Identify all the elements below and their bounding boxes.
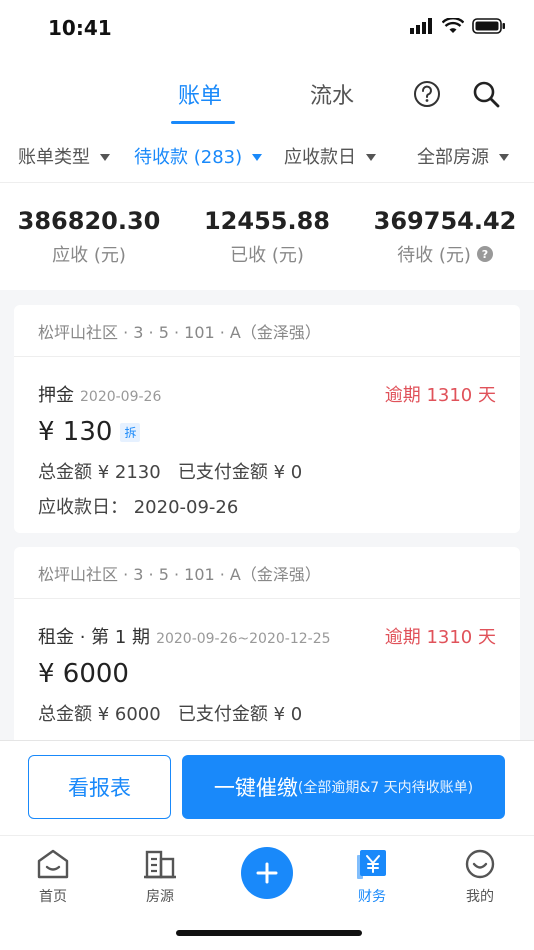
bill-card[interactable]: 松坪山社区 · 3 · 5 · 101 · A（金泽强） 押金 2020-09-2… xyxy=(14,305,520,533)
filter-label: 全部房源 xyxy=(417,147,489,168)
caret-down-icon xyxy=(252,153,263,161)
tabbar-label: 首页 xyxy=(39,889,67,905)
building-icon xyxy=(144,850,176,879)
smile-face-icon xyxy=(465,849,495,879)
finance-icon xyxy=(357,850,386,879)
stat-value: 369754.42 xyxy=(373,207,517,235)
tabbar-label: 我的 xyxy=(466,889,494,905)
bill-due-date: 应收款日： 2020-09-26 xyxy=(38,497,239,518)
status-icons xyxy=(410,18,506,34)
bill-type: 租金 · 第 1 期 xyxy=(38,627,151,648)
filter-due-date[interactable]: 应收款日 xyxy=(284,143,376,169)
stat-label: 应收 (元) xyxy=(52,245,126,266)
status-time: 10:41 xyxy=(48,16,112,40)
bill-title: 押金 2020-09-26 xyxy=(38,381,161,407)
bill-date: 2020-09-26~2020-12-25 xyxy=(156,631,331,647)
stat-received: 12455.88 已收 (元) xyxy=(178,207,356,267)
view-report-button[interactable]: 看报表 xyxy=(28,755,171,819)
bill-property: 松坪山社区 · 3 · 5 · 101 · A（金泽强） xyxy=(14,305,520,357)
overdue-badge: 逾期 1310 天 xyxy=(384,627,496,648)
caret-down-icon xyxy=(100,153,110,161)
filter-label: 待收款 (283) xyxy=(134,147,243,168)
tabbar-mine[interactable]: 我的 xyxy=(440,848,520,906)
home-indicator xyxy=(176,930,362,936)
filter-bar: 账单类型 待收款 (283) 应收款日 全部房源 xyxy=(0,130,534,182)
tabbar-property[interactable]: 房源 xyxy=(120,848,200,906)
help-icon[interactable] xyxy=(413,80,441,108)
remind-sub-label: (全部逾期&7 天内待收账单) xyxy=(297,780,474,796)
bill-card[interactable]: 松坪山社区 · 3 · 5 · 101 · A（金泽强） 租金 · 第 1 期 2… xyxy=(14,547,520,747)
bill-total: 总金额 ¥ 6000 xyxy=(38,704,161,725)
bill-amount: ¥ 130 xyxy=(38,417,113,447)
remind-label: 一键催缴 xyxy=(213,776,298,800)
question-icon[interactable]: ? xyxy=(476,246,493,262)
filter-bill-type[interactable]: 账单类型 xyxy=(18,143,110,169)
bill-paid: 已支付金额 ¥ 0 xyxy=(177,704,303,725)
tabbar-label: 财务 xyxy=(358,889,386,905)
bill-paid: 已支付金额 ¥ 0 xyxy=(177,462,303,483)
filter-label: 账单类型 xyxy=(18,147,90,168)
bill-amount: ¥ 6000 xyxy=(38,659,129,689)
signal-icon xyxy=(410,18,432,34)
bill-type: 押金 xyxy=(38,385,74,406)
wifi-icon xyxy=(442,18,464,33)
tabbar-label: 房源 xyxy=(146,889,174,905)
caret-down-icon xyxy=(366,153,376,161)
bill-amount-row: ¥ 130 拆 xyxy=(38,417,141,447)
tab-flow[interactable]: 流水 xyxy=(310,78,354,110)
stat-value: 386820.30 xyxy=(17,207,161,235)
action-bar: 看报表 一键催缴 (全部逾期&7 天内待收账单) xyxy=(0,740,534,835)
header: 账单 流水 xyxy=(0,58,534,130)
stat-label: 待收 (元) xyxy=(397,245,471,266)
stat-label: 已收 (元) xyxy=(230,245,304,266)
add-button[interactable] xyxy=(241,847,293,899)
tab-bills[interactable]: 账单 xyxy=(178,78,222,110)
split-tag: 拆 xyxy=(120,422,141,442)
plus-icon xyxy=(256,862,278,884)
bill-detail: 总金额 ¥ 2130 已支付金额 ¥ 0 xyxy=(38,458,302,484)
stat-value: 12455.88 xyxy=(203,207,330,235)
search-icon[interactable] xyxy=(472,80,500,108)
caret-down-icon xyxy=(499,153,509,161)
filter-label: 应收款日 xyxy=(284,147,356,168)
status-bar: 10:41 xyxy=(0,0,534,58)
filter-pending[interactable]: 待收款 (283) xyxy=(134,143,263,169)
home-icon xyxy=(37,849,69,879)
bill-title: 租金 · 第 1 期 2020-09-26~2020-12-25 xyxy=(38,623,331,649)
tabbar-home[interactable]: 首页 xyxy=(13,848,93,906)
overdue-badge: 逾期 1310 天 xyxy=(384,385,496,406)
stat-pending: 369754.42 待收 (元)? xyxy=(356,207,534,267)
one-click-remind-button[interactable]: 一键催缴 (全部逾期&7 天内待收账单) xyxy=(182,755,505,819)
filter-all-properties[interactable]: 全部房源 xyxy=(417,143,509,169)
stat-receivable: 386820.30 应收 (元) xyxy=(0,207,178,267)
bill-amount-row: ¥ 6000 xyxy=(38,659,129,689)
tab-active-indicator xyxy=(171,121,235,124)
bill-property: 松坪山社区 · 3 · 5 · 101 · A（金泽强） xyxy=(14,547,520,599)
tabbar-finance[interactable]: 财务 xyxy=(332,848,412,906)
summary-panel: 386820.30 应收 (元) 12455.88 已收 (元) 369754.… xyxy=(0,182,534,290)
battery-icon xyxy=(472,18,505,34)
bill-total: 总金额 ¥ 2130 xyxy=(38,462,161,483)
bill-detail: 总金额 ¥ 6000 已支付金额 ¥ 0 xyxy=(38,700,302,726)
bill-date: 2020-09-26 xyxy=(80,389,162,405)
